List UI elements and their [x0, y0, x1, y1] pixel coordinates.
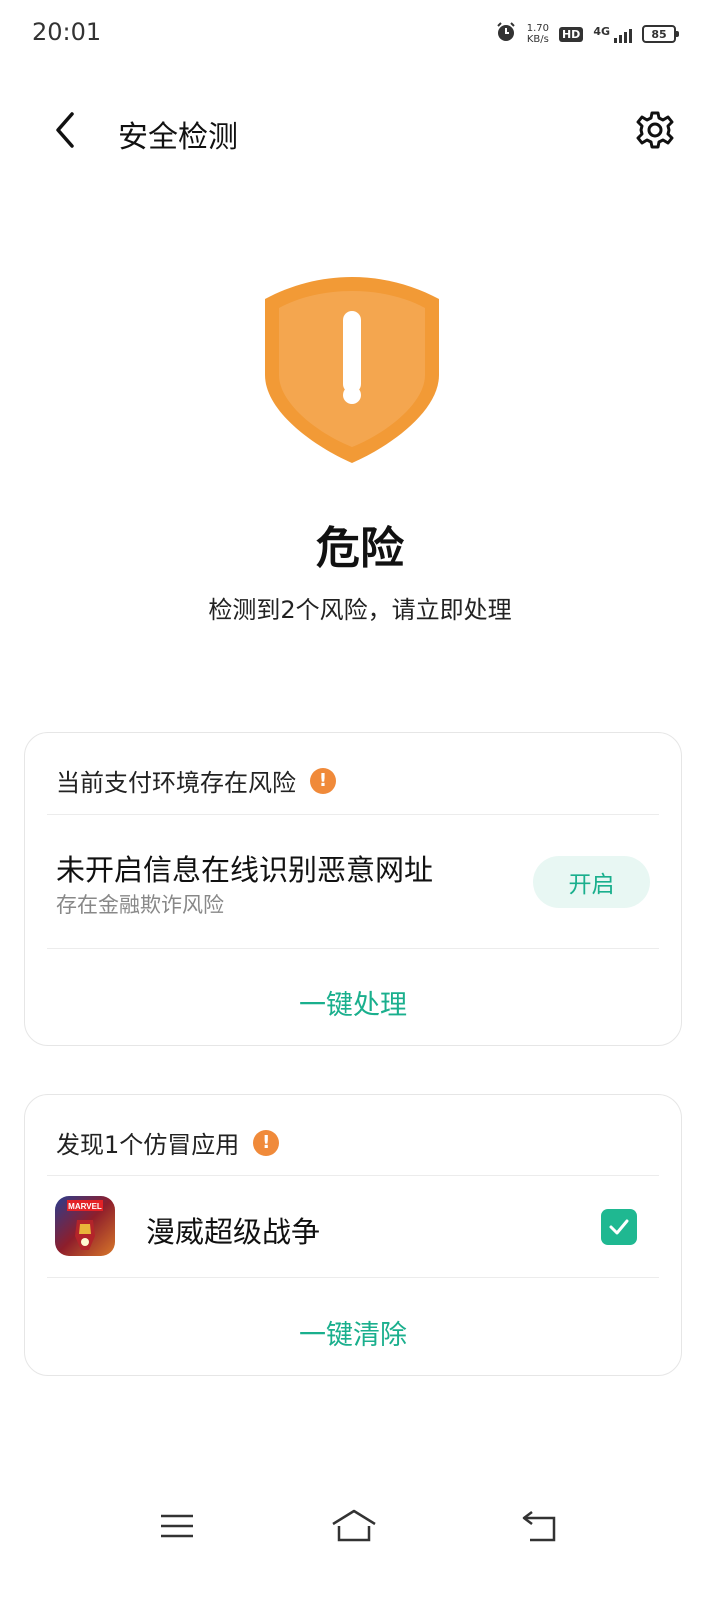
- risk-status-description: 检测到2个风险，请立即处理: [208, 596, 512, 624]
- network-type-label: 4G: [593, 25, 610, 38]
- divider: [47, 1277, 659, 1278]
- fake-app-title: 发现1个仿冒应用: [56, 1131, 240, 1159]
- fake-app-card: 发现1个仿冒应用 ! MARVEL 漫威超级战争 一键清除: [24, 1094, 682, 1376]
- checkmark-icon: [609, 1219, 629, 1235]
- divider: [47, 1175, 659, 1176]
- enable-button[interactable]: 开启: [533, 856, 650, 908]
- divider: [47, 814, 659, 815]
- status-icons: 1.70 KB/s HD 4G 85: [495, 20, 679, 48]
- warning-icon: !: [253, 1129, 280, 1156]
- settings-button[interactable]: [630, 105, 680, 155]
- one-click-fix-button[interactable]: 一键处理: [25, 983, 681, 1022]
- app-icon: MARVEL: [55, 1196, 115, 1256]
- app-icon-text: MARVEL: [68, 1202, 102, 1211]
- gear-icon: [636, 111, 674, 149]
- warning-icon: !: [310, 767, 336, 794]
- one-click-clear-button[interactable]: 一键清除: [25, 1313, 681, 1352]
- divider: [47, 948, 659, 949]
- payment-risk-card: 当前支付环境存在风险 ! 未开启信息在线识别恶意网址 存在金融欺诈风险 开启 一…: [24, 732, 682, 1046]
- home-icon: [332, 1509, 376, 1542]
- home-button[interactable]: [330, 1508, 378, 1544]
- signal-icon: 4G: [593, 25, 632, 43]
- network-speed-value: 1.70: [526, 23, 549, 34]
- payment-risk-title: 当前支付环境存在风险: [56, 769, 296, 797]
- risk-item-title: 未开启信息在线识别恶意网址: [56, 853, 434, 887]
- status-time: 20:01: [32, 18, 102, 46]
- back-button[interactable]: [40, 105, 90, 155]
- back-arrow-icon: [56, 112, 74, 148]
- app-name: 漫威超级战争: [146, 1215, 321, 1249]
- alarm-icon: [495, 21, 517, 47]
- page-title: 安全检测: [118, 120, 238, 155]
- network-speed-unit: KB/s: [526, 34, 549, 45]
- hd-icon: HD: [558, 26, 584, 42]
- back-icon: [522, 1511, 556, 1542]
- network-speed: 1.70 KB/s: [527, 23, 549, 45]
- menu-button[interactable]: [158, 1508, 196, 1544]
- fake-app-card-header: 发现1个仿冒应用 !: [56, 1125, 280, 1160]
- risk-item-subtitle: 存在金融欺诈风险: [56, 893, 224, 917]
- app-checkbox[interactable]: [601, 1209, 637, 1245]
- risk-status-title: 危险: [316, 523, 404, 574]
- battery-level: 85: [651, 27, 667, 41]
- menu-icon: [161, 1514, 193, 1538]
- warning-shield-icon: [263, 275, 441, 465]
- payment-risk-card-header: 当前支付环境存在风险 !: [56, 763, 336, 798]
- battery-icon: 85: [642, 25, 679, 43]
- nav-back-button[interactable]: [520, 1508, 560, 1544]
